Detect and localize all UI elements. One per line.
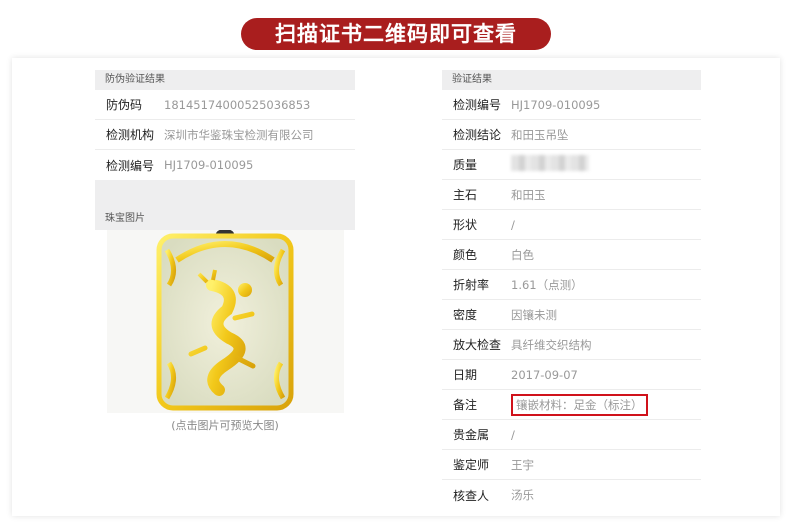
anti-counterfeit-panel: 防伪验证结果 防伪码 18145174000525036853 检测机构 深圳市… [95, 70, 355, 433]
row-label: 防伪码 [106, 98, 143, 112]
verification-result-panel: 验证结果 检测编号 HJ1709-010095 检测结论 和田玉吊坠 质量 主石… [442, 70, 701, 510]
anti-counterfeit-header: 防伪验证结果 [95, 70, 355, 90]
row-test-number: 检测编号 HJ1709-010095 [95, 150, 355, 180]
row-weight: 质量 [442, 150, 701, 180]
spacer [95, 180, 355, 208]
row-test-number: 检测编号 HJ1709-010095 [442, 90, 701, 120]
row-label: 日期 [453, 368, 478, 382]
row-value: 汤乐 [511, 488, 534, 502]
row-reviewer: 核查人 汤乐 [442, 480, 701, 510]
image-preview-hint[interactable]: (点击图片可预览大图) [95, 417, 355, 433]
row-label: 折射率 [453, 278, 490, 292]
row-value: 和田玉 [511, 187, 546, 202]
row-value: HJ1709-010095 [164, 158, 254, 172]
row-precious-metal: 贵金属 / [442, 420, 701, 450]
banner-title: 扫描证书二维码即可查看 [241, 18, 551, 50]
row-value: HJ1709-010095 [511, 97, 601, 112]
jade-pendant-image [156, 230, 294, 411]
blurred-value [511, 155, 589, 171]
row-value: 1.61（点测） [511, 277, 583, 292]
row-value: 和田玉吊坠 [511, 127, 569, 142]
row-label: 检测结论 [453, 128, 502, 142]
row-label: 密度 [453, 308, 478, 322]
jewelry-image[interactable] [107, 230, 344, 413]
row-label: 检测编号 [106, 158, 155, 173]
row-appraiser: 鉴定师 王宇 [442, 450, 701, 480]
row-value: 王宇 [511, 457, 534, 472]
row-value: 深圳市华鉴珠宝检测有限公司 [164, 127, 314, 142]
row-value [511, 155, 589, 174]
row-label: 备注 [453, 398, 478, 412]
row-refractive-index: 折射率 1.61（点测） [442, 270, 701, 300]
row-value: 2017-09-07 [511, 367, 578, 382]
row-color: 颜色 白色 [442, 240, 701, 270]
row-magnification: 放大检查 具纤维交织结构 [442, 330, 701, 360]
row-label: 检测编号 [453, 98, 502, 112]
row-remarks: 备注 镶嵌材料：足金（标注） [442, 390, 701, 420]
row-value: 18145174000525036853 [164, 97, 311, 112]
row-anti-counterfeit-code: 防伪码 18145174000525036853 [95, 90, 355, 120]
row-density: 密度 因镶未测 [442, 300, 701, 330]
row-testing-institution: 检测机构 深圳市华鉴珠宝检测有限公司 [95, 120, 355, 150]
row-value: 因镶未测 [511, 307, 557, 322]
row-value: / [511, 427, 515, 442]
row-date: 日期 2017-09-07 [442, 360, 701, 390]
jewelry-image-header: 珠宝图片 [95, 208, 355, 230]
row-label: 鉴定师 [453, 458, 490, 472]
row-label: 放大检查 [453, 338, 502, 352]
row-label: 贵金属 [453, 428, 490, 442]
row-conclusion: 检测结论 和田玉吊坠 [442, 120, 701, 150]
row-main-stone: 主石 和田玉 [442, 180, 701, 210]
row-value: 具纤维交织结构 [511, 337, 592, 352]
row-shape: 形状 / [442, 210, 701, 240]
row-label: 核查人 [453, 488, 490, 503]
row-label: 质量 [453, 158, 478, 172]
row-label: 检测机构 [106, 128, 155, 142]
row-label: 形状 [453, 218, 478, 232]
row-value: 白色 [511, 247, 534, 262]
row-value: / [511, 217, 515, 232]
verification-result-header: 验证结果 [442, 70, 701, 90]
highlighted-remark: 镶嵌材料：足金（标注） [511, 393, 648, 416]
row-label: 颜色 [453, 248, 478, 262]
row-label: 主石 [453, 188, 478, 202]
